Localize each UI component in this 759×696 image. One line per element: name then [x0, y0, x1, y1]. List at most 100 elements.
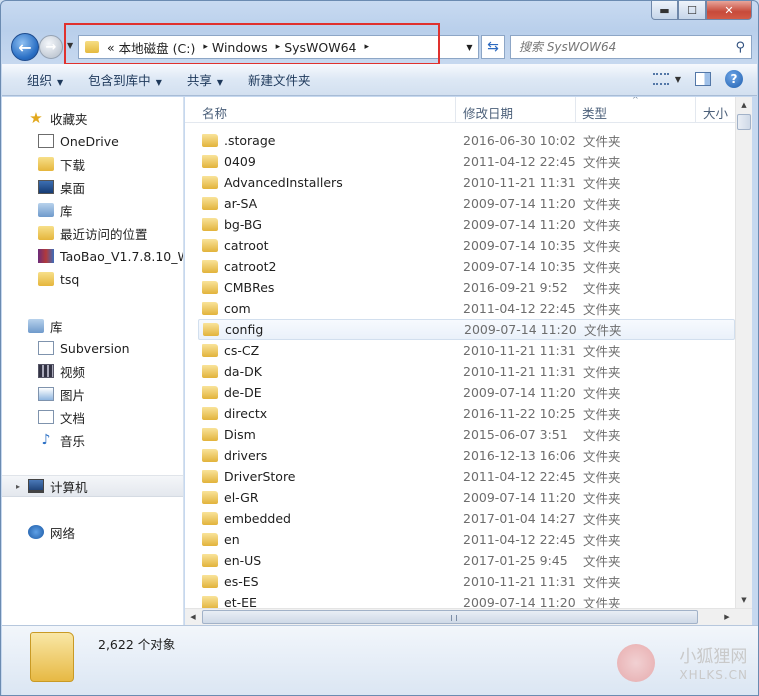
chevron-down-icon: ▼ [57, 78, 64, 87]
minimize-button[interactable]: ▬ [651, 1, 678, 20]
column-divider[interactable] [695, 97, 696, 123]
file-row[interactable]: .storage 2016-06-30 10:02 文件夹 [198, 130, 735, 151]
close-button[interactable]: ✕ [706, 1, 752, 20]
sidebar-item-label: 下载 [60, 157, 86, 173]
address-history-dropdown[interactable]: ▼ [461, 35, 479, 59]
file-modified: 2009-07-14 11:20 [463, 196, 576, 211]
sidebar-item-videos[interactable]: 视频 [2, 360, 183, 382]
scroll-left-button[interactable]: ◀ [185, 609, 201, 625]
file-type: 文件夹 [583, 491, 621, 506]
sidebar-item-music[interactable]: ♪ 音乐 [2, 429, 183, 451]
vertical-scrollbar[interactable]: ▲ ▼ [735, 97, 752, 608]
sidebar-item-pictures[interactable]: 图片 [2, 383, 183, 405]
recent-pages-dropdown[interactable]: ▼ [67, 41, 73, 50]
folder-icon [202, 218, 218, 231]
sidebar-item-subversion[interactable]: Subversion [2, 337, 183, 359]
search-icon[interactable]: ⚲ [735, 40, 745, 55]
back-arrow-icon: ← [18, 37, 32, 57]
sidebar-item-documents[interactable]: 文档 [2, 406, 183, 428]
file-row[interactable]: en 2011-04-12 22:45 文件夹 [198, 529, 735, 550]
sidebar-item-computer[interactable]: ▸ 计算机 [2, 475, 183, 497]
file-row[interactable]: CMBRes 2016-09-21 9:52 文件夹 [198, 277, 735, 298]
file-type: 文件夹 [583, 449, 621, 464]
file-row[interactable]: embedded 2017-01-04 14:27 文件夹 [198, 508, 735, 529]
breadcrumb-chevron-icon[interactable]: ▸ [365, 42, 370, 52]
column-type[interactable]: 类型 [582, 103, 607, 122]
folder-icon [202, 197, 218, 210]
file-row[interactable]: com 2011-04-12 22:45 文件夹 [198, 298, 735, 319]
file-list: 名称 修改日期 类型 ^ 大小 .storage 2016-06-30 10:02… [185, 97, 735, 608]
forward-button[interactable]: → [39, 35, 63, 59]
file-row[interactable]: ar-SA 2009-07-14 11:20 文件夹 [198, 193, 735, 214]
help-icon[interactable]: ? [725, 70, 743, 88]
file-row[interactable]: Dism 2015-06-07 3:51 文件夹 [198, 424, 735, 445]
libraries-group[interactable]: 库 [2, 315, 183, 337]
folder-icon [85, 41, 99, 53]
file-row[interactable]: 0409 2011-04-12 22:45 文件夹 [198, 151, 735, 172]
file-row[interactable]: et-EE 2009-07-14 11:20 文件夹 [198, 592, 735, 608]
scroll-up-button[interactable]: ▲ [736, 97, 752, 113]
horizontal-scrollbar[interactable]: ◀ ▶ [185, 608, 752, 625]
sidebar-item-downloads[interactable]: 下载 [2, 153, 183, 175]
search-box[interactable]: ⚲ [510, 35, 752, 59]
file-name: directx [224, 406, 268, 421]
computer-icon [28, 479, 44, 493]
file-row[interactable]: DriverStore 2011-04-12 22:45 文件夹 [198, 466, 735, 487]
scroll-right-button[interactable]: ▶ [719, 609, 735, 625]
file-row[interactable]: directx 2016-11-22 10:25 文件夹 [198, 403, 735, 424]
file-row[interactable]: catroot 2009-07-14 10:35 文件夹 [198, 235, 735, 256]
change-view-icon[interactable] [652, 73, 669, 85]
sidebar-item-network[interactable]: 网络 [2, 521, 183, 543]
address-overflow-button[interactable]: « [107, 40, 115, 55]
include-in-library-menu[interactable]: 包含到库中 ▼ [88, 70, 162, 89]
folder-icon [202, 134, 218, 147]
expand-arrow-icon[interactable]: ▸ [16, 482, 20, 491]
maximize-button[interactable]: ☐ [678, 1, 706, 20]
column-divider[interactable] [575, 97, 576, 123]
command-bar: 组织 ▼ 包含到库中 ▼ 共享 ▼ 新建文件夹 ▼ ? [2, 64, 757, 96]
file-row[interactable]: de-DE 2009-07-14 11:20 文件夹 [198, 382, 735, 403]
breadcrumb-chevron-icon[interactable]: ▸ [203, 42, 208, 52]
back-button[interactable]: ← [11, 33, 39, 61]
file-row[interactable]: config 2009-07-14 11:20 文件夹 [198, 319, 735, 340]
file-row[interactable]: el-GR 2009-07-14 11:20 文件夹 [198, 487, 735, 508]
breadcrumb-syswow64[interactable]: SysWOW64 [284, 40, 356, 55]
sidebar-item-onedrive[interactable]: OneDrive [2, 130, 183, 152]
file-row[interactable]: catroot2 2009-07-14 10:35 文件夹 [198, 256, 735, 277]
breadcrumb-local-disk[interactable]: 本地磁盘 (C:) [119, 38, 196, 57]
sidebar-item-recent-places[interactable]: 最近访问的位置 [2, 222, 183, 244]
file-modified: 2009-07-14 10:35 [463, 238, 576, 253]
breadcrumb-chevron-icon[interactable]: ▸ [276, 42, 281, 52]
file-row[interactable]: da-DK 2010-11-21 11:31 文件夹 [198, 361, 735, 382]
new-folder-button[interactable]: 新建文件夹 [248, 70, 311, 89]
preview-pane-icon[interactable] [695, 72, 711, 86]
scroll-thumb[interactable] [202, 610, 698, 624]
breadcrumb-windows[interactable]: Windows [212, 40, 268, 55]
favorites-group[interactable]: ★ 收藏夹 [2, 107, 183, 129]
sidebar-item-tsq[interactable]: tsq [2, 268, 183, 290]
scroll-thumb[interactable] [737, 114, 751, 130]
file-row[interactable]: cs-CZ 2010-11-21 11:31 文件夹 [198, 340, 735, 361]
column-size[interactable]: 大小 [703, 103, 728, 122]
column-modified[interactable]: 修改日期 [463, 103, 513, 122]
sidebar-item-library[interactable]: 库 [2, 199, 183, 221]
sidebar-item-taobao[interactable]: TaoBao_V1.7.8.10_Wi [2, 245, 183, 267]
file-row[interactable]: en-US 2017-01-25 9:45 文件夹 [198, 550, 735, 571]
file-name: catroot2 [224, 259, 277, 274]
column-name[interactable]: 名称 [202, 103, 227, 122]
sidebar-item-desktop[interactable]: 桌面 [2, 176, 183, 198]
share-menu[interactable]: 共享 ▼ [187, 70, 223, 89]
file-row[interactable]: es-ES 2010-11-21 11:31 文件夹 [198, 571, 735, 592]
refresh-button[interactable]: ⇆ [481, 35, 505, 59]
file-row[interactable]: AdvancedInstallers 2010-11-21 11:31 文件夹 [198, 172, 735, 193]
file-modified: 2009-07-14 11:20 [463, 595, 576, 608]
file-row[interactable]: bg-BG 2009-07-14 11:20 文件夹 [198, 214, 735, 235]
address-bar[interactable]: « 本地磁盘 (C:) ▸ Windows ▸ SysWOW64 ▸ [78, 35, 474, 59]
scroll-down-button[interactable]: ▼ [736, 592, 752, 608]
sidebar-item-label: 音乐 [60, 433, 86, 449]
search-input[interactable] [519, 40, 724, 54]
file-row[interactable]: drivers 2016-12-13 16:06 文件夹 [198, 445, 735, 466]
view-options-dropdown[interactable]: ▼ [675, 75, 681, 84]
column-divider[interactable] [455, 97, 456, 123]
organize-menu[interactable]: 组织 ▼ [27, 70, 63, 89]
